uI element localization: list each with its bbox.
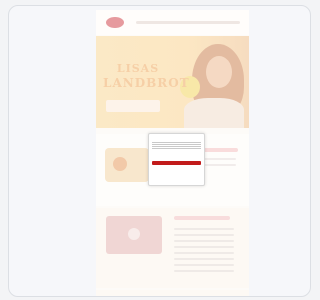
consent-options-row	[152, 154, 201, 158]
privacy-link[interactable]	[152, 178, 201, 181]
cookie-consent-dialog	[148, 133, 205, 186]
feature-text-line	[174, 240, 234, 242]
accept-all-button[interactable]	[152, 161, 201, 165]
feature-text-line	[174, 228, 234, 230]
hero-banner: LISAS LANDBROT	[96, 36, 249, 128]
feature-text-line	[174, 252, 234, 254]
hero-photo-face	[206, 56, 232, 88]
next-section	[96, 290, 249, 297]
settings-link[interactable]	[152, 169, 201, 172]
feature-text-line	[174, 270, 234, 272]
feature-text-line	[174, 264, 234, 266]
logo-icon[interactable]	[106, 17, 124, 28]
hero-title-line2: LANDBROT	[103, 76, 190, 90]
product-image	[105, 148, 149, 182]
screenshot-frame: LISAS LANDBROT	[8, 5, 311, 297]
consent-text-line	[152, 144, 201, 145]
next-image	[106, 296, 162, 297]
feature-section	[96, 208, 249, 288]
hero-title-line1: LISAS	[116, 62, 160, 75]
consent-text-line	[152, 142, 201, 143]
feature-heading	[174, 216, 230, 220]
consent-text-line	[152, 148, 201, 149]
feature-text-line	[174, 258, 234, 260]
feature-text-line	[174, 246, 234, 248]
consent-text-line	[152, 146, 201, 147]
site-header	[96, 10, 249, 35]
feature-text-line	[174, 234, 234, 236]
hero-photo-body	[184, 98, 244, 128]
nav-menu[interactable]	[136, 21, 240, 24]
hero-cta-button[interactable]	[106, 100, 160, 112]
feature-image	[106, 216, 162, 254]
